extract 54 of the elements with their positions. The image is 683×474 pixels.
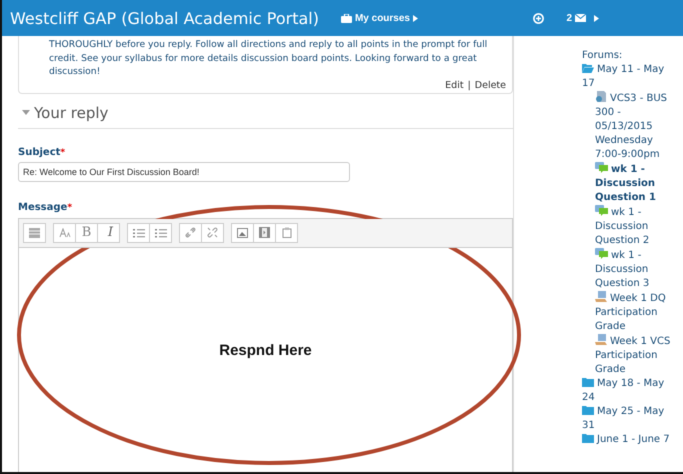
toolbar-button[interactable] bbox=[23, 222, 46, 242]
section-folder-item[interactable]: June 1 - June 7 bbox=[582, 433, 674, 447]
section-folder-item[interactable]: May 18 - May 24 bbox=[582, 377, 674, 405]
message-label: Message* bbox=[18, 202, 74, 212]
toolbar-button[interactable] bbox=[127, 222, 150, 242]
document-icon bbox=[595, 91, 607, 102]
messages-menu[interactable]: 2 bbox=[566, 12, 586, 24]
toolbar-button[interactable]: I bbox=[97, 222, 120, 242]
bullet-list-icon bbox=[132, 228, 144, 238]
unlink-icon bbox=[207, 227, 218, 238]
chat-bubbles-icon bbox=[595, 248, 608, 259]
section-heading: Your reply bbox=[34, 104, 108, 122]
toolbar-button[interactable]: B bbox=[75, 222, 98, 242]
briefcase-icon bbox=[340, 14, 352, 22]
chat-bubbles-icon bbox=[595, 205, 608, 216]
clipboard-icon bbox=[282, 227, 292, 238]
post-text: THOROUGHLY before you reply. Follow all directions and reply to all points in the prompt for full credit. See your syllabus for more details discussion board points. Looking forward to a great discussion! bbox=[49, 38, 488, 78]
activity-link[interactable]: Week 1 DQ Participation Grade bbox=[582, 291, 675, 334]
post-action-link[interactable]: Edit bbox=[445, 80, 464, 90]
section-header[interactable]: Your reply bbox=[18, 94, 513, 128]
image-icon bbox=[237, 228, 248, 238]
computer-icon bbox=[595, 334, 607, 345]
link-separator: | bbox=[468, 80, 471, 90]
font-style-icon bbox=[58, 228, 70, 238]
message-text-area[interactable]: Respnd Here bbox=[19, 248, 512, 472]
add-circle-icon[interactable] bbox=[533, 12, 544, 24]
caret-icon[interactable] bbox=[594, 14, 599, 22]
toolbar-button[interactable] bbox=[201, 222, 224, 242]
toolbar-button[interactable] bbox=[53, 222, 76, 242]
toolbar-button[interactable] bbox=[275, 222, 298, 242]
subject-field[interactable]: Re: Welcome to Our First Discussion Board! bbox=[18, 162, 350, 182]
section-folder-item[interactable]: May 11 - May 17 bbox=[582, 63, 674, 91]
toolbar-button[interactable] bbox=[231, 222, 254, 242]
my-courses-menu[interactable]: My courses bbox=[340, 12, 418, 24]
toolbar-toggle-icon bbox=[29, 228, 40, 238]
post-action-link[interactable]: Delete bbox=[474, 80, 506, 90]
numbered-list-icon bbox=[154, 228, 166, 238]
computer-icon bbox=[595, 291, 607, 302]
caret-icon bbox=[413, 14, 418, 22]
collapse-caret-icon bbox=[22, 110, 30, 115]
section-folder-item[interactable]: May 25 - May 31 bbox=[582, 405, 674, 433]
toolbar-button[interactable] bbox=[179, 222, 202, 242]
chat-bubbles-icon bbox=[595, 162, 608, 173]
envelope-icon bbox=[575, 14, 586, 22]
annotation-text: Respnd Here bbox=[219, 342, 312, 358]
category-label: Forums: bbox=[582, 49, 624, 63]
toolbar-button[interactable] bbox=[253, 222, 276, 242]
subject-label: Subject* bbox=[18, 146, 66, 158]
film-icon bbox=[259, 227, 270, 238]
toolbar-button[interactable] bbox=[149, 222, 172, 242]
site-title[interactable]: Westcliff GAP (Global Academic Portal) bbox=[10, 8, 319, 28]
link-icon bbox=[185, 227, 196, 238]
activity-link[interactable]: wk 1 - Discussion Question 3 bbox=[582, 248, 675, 291]
activity-link[interactable]: Week 1 VCS Participation Grade bbox=[582, 334, 675, 377]
